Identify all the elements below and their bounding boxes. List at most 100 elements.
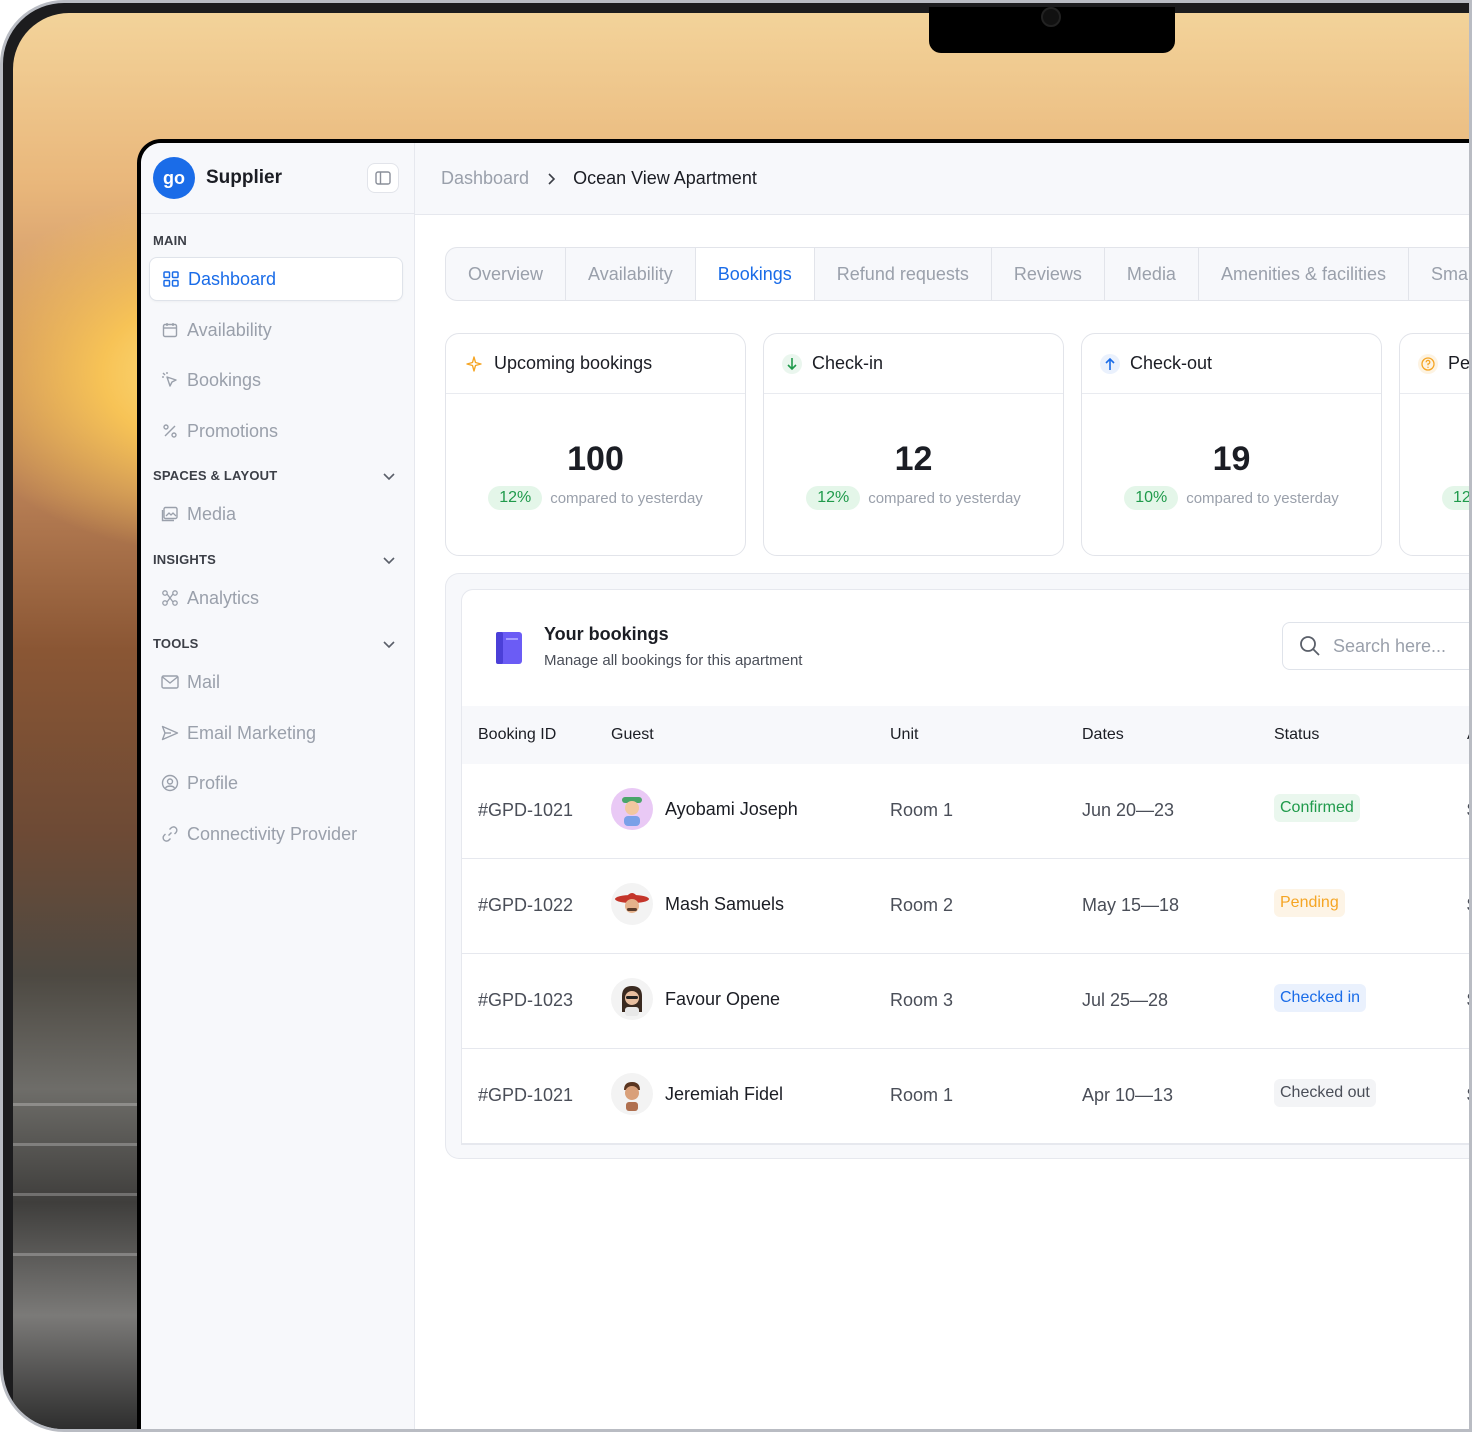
tab-bookings[interactable]: Bookings: [695, 248, 815, 300]
stat-change-badge: 12%: [806, 486, 861, 510]
table-row[interactable]: #GPD-1021 Ayobami Joseph Room 1 Jun 20—2…: [462, 764, 1469, 859]
unit: Room 1: [890, 1085, 954, 1105]
column-header-dates[interactable]: Dates: [1082, 726, 1124, 744]
column-header-booking-id[interactable]: Booking ID: [478, 726, 556, 744]
tab-media[interactable]: Media: [1105, 248, 1199, 300]
mail-icon: [161, 673, 179, 691]
sidebar-item-label: Bookings: [187, 369, 262, 390]
stat-compare: compared to yesterday: [1186, 489, 1339, 507]
breadcrumb: Dashboard Ocean View Apartment: [415, 143, 1469, 215]
tab-amenities[interactable]: Amenities & facilities: [1199, 248, 1410, 300]
avatar: [611, 978, 653, 1020]
wallpaper-wave: [13, 1103, 143, 1106]
dates: May 15—18: [1082, 895, 1180, 915]
section-label-main: MAIN: [153, 233, 188, 248]
sidebar-item-label: Availability: [187, 319, 272, 340]
sidebar-item-dashboard[interactable]: Dashboard: [149, 257, 403, 301]
stat-card-check-out: Check-out 19 10% compared to yesterday: [1081, 333, 1382, 556]
guest-name: Ayobami Joseph: [665, 798, 798, 819]
sidebar-item-label: Connectivity Provider: [187, 823, 358, 844]
chevron-down-icon[interactable]: [381, 468, 397, 484]
breadcrumb-current: Ocean View Apartment: [573, 168, 757, 188]
stat-compare: compared to yesterday: [550, 489, 703, 507]
sidebar-item-connectivity-provider[interactable]: Connectivity Provider: [149, 812, 403, 856]
sidebar-item-analytics[interactable]: Analytics: [149, 576, 403, 620]
sidebar-item-profile[interactable]: Profile: [149, 761, 403, 805]
sidebar-item-promotions[interactable]: Promotions: [149, 409, 403, 453]
table-row[interactable]: #GPD-1021 Jeremiah Fidel Room 1 Apr 10—1…: [462, 1049, 1469, 1144]
unit: Room 1: [890, 800, 954, 820]
percent-icon: [161, 422, 179, 440]
tab-refund-requests[interactable]: Refund requests: [815, 248, 992, 300]
sidebar-item-label: Profile: [187, 772, 239, 793]
column-header-unit[interactable]: Unit: [890, 726, 918, 744]
send-icon: [161, 724, 179, 742]
brand-logo: go: [153, 157, 195, 199]
sidebar-item-bookings[interactable]: Bookings: [149, 358, 403, 402]
stat-card-upcoming: Upcoming bookings 100 12% compared to yes…: [445, 333, 746, 556]
tab-availability[interactable]: Availability: [566, 248, 696, 300]
guest-name: Jeremiah Fidel: [665, 1083, 784, 1104]
collapse-sidebar-button[interactable]: [367, 163, 399, 193]
avatar: [611, 788, 653, 830]
stat-card-partial: Per 12%: [1399, 333, 1469, 556]
sidebar-item-label: Mail: [187, 671, 221, 692]
search-icon: [1300, 636, 1320, 656]
sparkle-icon: [464, 354, 484, 374]
chevron-down-icon[interactable]: [381, 636, 397, 652]
bookings-header: Your bookings Manage all bookings for th…: [462, 590, 1469, 706]
sidebar-item-label: Analytics: [187, 587, 260, 608]
column-header-status[interactable]: Status: [1274, 726, 1319, 744]
amount: $: [1467, 800, 1469, 821]
breadcrumb-parent[interactable]: Dashboard: [441, 168, 529, 189]
booking-id: #GPD-1022: [478, 895, 574, 915]
column-header-amount[interactable]: A: [1467, 726, 1469, 744]
amount: $: [1467, 895, 1469, 916]
status-badge: Pending: [1274, 889, 1345, 917]
camera-icon: [1041, 7, 1061, 27]
wallpaper-wave: [13, 1193, 143, 1196]
dates: Jun 20—23: [1082, 800, 1175, 820]
tab-reviews[interactable]: Reviews: [992, 248, 1105, 300]
sidebar-item-email-marketing[interactable]: Email Marketing: [149, 711, 403, 755]
brand-name: Supplier: [206, 167, 283, 188]
book-icon: [496, 632, 522, 664]
column-header-guest[interactable]: Guest: [611, 726, 654, 744]
app-window: go Supplier MAIN Dashboard Availability …: [137, 139, 1469, 1429]
sidebar-item-availability[interactable]: Availability: [149, 308, 403, 352]
search-box[interactable]: [1282, 622, 1469, 670]
link-icon: [161, 825, 179, 843]
avatar: [611, 883, 653, 925]
amount: $: [1467, 990, 1469, 1011]
arrow-down-icon: [782, 353, 802, 374]
sidebar-item-label: Email Marketing: [187, 722, 317, 743]
question-icon: [1418, 353, 1438, 374]
chevron-down-icon[interactable]: [381, 552, 397, 568]
wallpaper-wave: [13, 1143, 143, 1146]
stat-change-badge: 12%: [1442, 486, 1469, 510]
guest-name: Favour Opene: [665, 988, 781, 1009]
stat-title: Check-in: [812, 353, 884, 373]
stat-change-badge: 12%: [488, 486, 543, 510]
table-row[interactable]: #GPD-1022 Mash Samuels Room 2 May 15—18 …: [462, 859, 1469, 954]
arrow-up-icon: [1100, 353, 1120, 374]
tab-overview[interactable]: Overview: [446, 248, 567, 300]
unit: Room 3: [890, 990, 954, 1010]
stat-value: 19: [1212, 440, 1251, 478]
brand[interactable]: go Supplier: [153, 155, 282, 201]
table-row[interactable]: #GPD-1023 Favour Opene Room 3 Jul 25—28 …: [462, 954, 1469, 1049]
calendar-icon: [161, 321, 179, 339]
stat-title: Upcoming bookings: [494, 353, 653, 373]
tab-bar: Overview Availability Bookings Refund re…: [445, 247, 1469, 301]
status-badge: Checked in: [1274, 984, 1367, 1012]
sidebar-item-label: Dashboard: [188, 268, 277, 289]
chevron-right-icon: [548, 172, 556, 185]
sidebar-item-mail[interactable]: Mail: [149, 660, 403, 704]
stat-value: 100: [567, 440, 624, 478]
sidebar-item-media[interactable]: Media: [149, 492, 403, 536]
search-input[interactable]: [1333, 635, 1469, 657]
bookings-title: Your bookings: [544, 624, 669, 644]
sidebar-divider: [141, 213, 415, 214]
tab-smart-lock[interactable]: Smart loc: [1409, 248, 1469, 300]
grid-icon: [162, 270, 180, 288]
